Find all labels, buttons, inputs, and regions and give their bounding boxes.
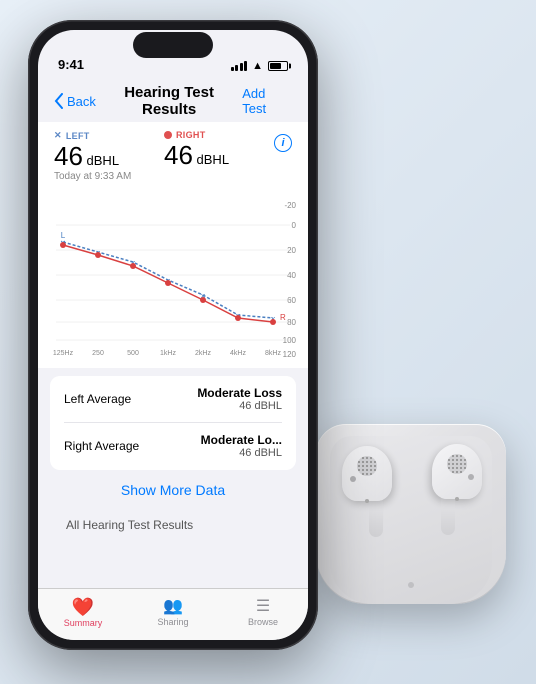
wifi-icon: ▲ [252,60,263,72]
status-icons: ▲ [231,60,288,72]
stats-row: ✕ LEFT 46 dBHL RIGHT [38,122,308,186]
chart-area: -20 0 20 40 60 80 100 120 [38,186,308,368]
right-average-sub: 46 dBHL [201,447,282,459]
svg-text:40: 40 [287,271,296,280]
left-value: 46 dBHL [54,143,164,169]
svg-text:-20: -20 [284,201,296,210]
svg-text:4kHz: 4kHz [230,350,246,357]
tab-summary[interactable]: ❤️ Summary [38,598,128,628]
back-button[interactable]: Back [54,93,96,109]
svg-text:20: 20 [287,246,296,255]
phone-screen: 9:41 ▲ [38,30,308,640]
left-average-sub: 46 dBHL [197,400,282,412]
case-led-icon [408,582,414,588]
browse-icon: ☰ [256,599,270,615]
svg-text:60: 60 [287,296,296,305]
audiogram-chart: -20 0 20 40 60 80 100 120 [38,190,308,360]
svg-text:250: 250 [92,350,104,357]
dynamic-island [133,32,213,58]
svg-text:0: 0 [292,221,297,230]
summary-icon: ❤️ [72,598,94,616]
svg-text:R: R [280,313,286,322]
right-label: RIGHT [164,130,274,140]
tab-sharing[interactable]: 👥 Sharing [128,599,218,627]
stat-date: Today at 9:33 AM [54,171,292,182]
back-label: Back [67,94,96,109]
svg-text:120: 120 [283,350,297,359]
nav-title: Hearing Test Results [96,84,242,118]
left-average-card: Left Average Moderate Loss 46 dBHL [50,376,296,422]
screen-content: ✕ LEFT 46 dBHL RIGHT [38,122,308,588]
right-average-label: Right Average [64,439,139,453]
signal-bars-icon [231,61,248,71]
svg-text:100: 100 [283,336,297,345]
svg-text:2kHz: 2kHz [195,350,211,357]
sharing-label: Sharing [157,617,188,627]
summary-label: Summary [64,618,103,628]
right-average-value: Moderate Lo... [201,433,282,447]
sharing-icon: 👥 [163,599,183,615]
right-marker-icon [164,131,172,139]
add-test-button[interactable]: Add Test [242,86,292,116]
info-icon[interactable]: i [274,134,292,152]
left-label: ✕ LEFT [54,130,164,141]
airpod-left [342,446,410,536]
svg-text:8kHz: 8kHz [265,350,281,357]
right-value: 46 dBHL [164,142,274,168]
svg-text:80: 80 [287,318,296,327]
left-average-value: Moderate Loss [197,386,282,400]
cards-area: Left Average Moderate Loss 46 dBHL Right… [38,368,308,536]
show-more-button[interactable]: Show More Data [50,470,296,510]
svg-text:L: L [61,231,66,240]
all-results-label: All Hearing Test Results [50,510,296,536]
tab-bar: ❤️ Summary 👥 Sharing ☰ Browse [38,588,308,640]
status-time: 9:41 [58,57,84,72]
airpods-case [316,424,516,644]
svg-text:125Hz: 125Hz [53,350,74,357]
battery-icon [268,61,288,71]
browse-label: Browse [248,617,278,627]
tab-browse[interactable]: ☰ Browse [218,599,308,627]
left-marker-icon: ✕ [54,130,62,141]
airpod-right [414,444,482,534]
right-average-card: Right Average Moderate Lo... 46 dBHL [50,423,296,469]
left-average-label: Left Average [64,392,131,406]
nav-bar: Back Hearing Test Results Add Test [38,80,308,122]
svg-text:1kHz: 1kHz [160,350,176,357]
phone-frame: 9:41 ▲ [28,20,318,660]
svg-text:500: 500 [127,350,139,357]
